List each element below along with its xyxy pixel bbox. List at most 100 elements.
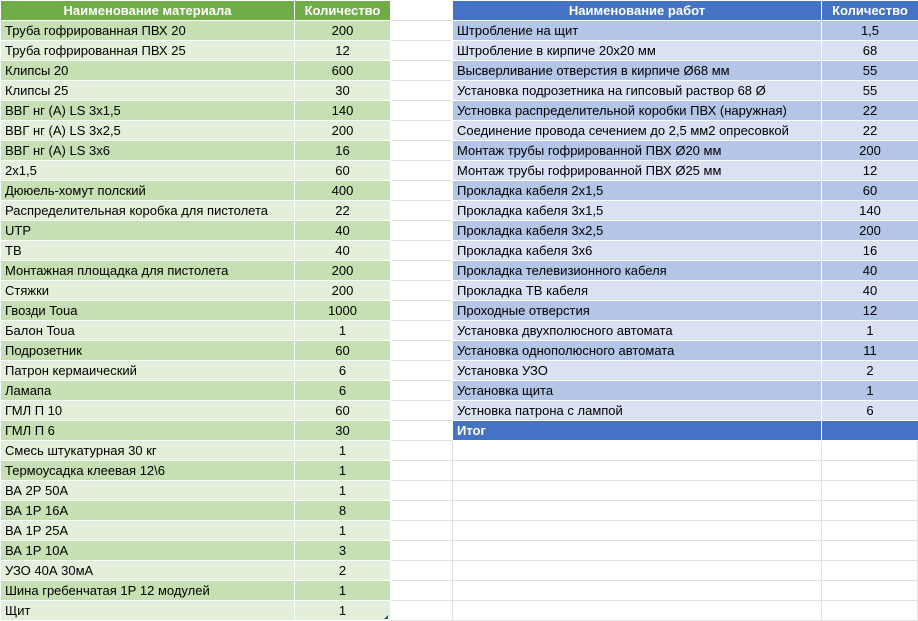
works-qty-cell[interactable]: 40 — [821, 280, 918, 301]
materials-name-cell[interactable]: Клипсы 20 — [0, 60, 295, 81]
works-qty-cell[interactable]: 1 — [821, 320, 918, 341]
materials-name-cell[interactable]: ВА 1Р 16А — [0, 500, 295, 521]
works-qty-cell[interactable]: 40 — [821, 260, 918, 281]
materials-name-cell[interactable]: ГМЛ П 10 — [0, 400, 295, 421]
works-name-cell[interactable]: Прокладка кабеля 3х2,5 — [452, 220, 822, 241]
materials-name-cell[interactable]: Клипсы 25 — [0, 80, 295, 101]
materials-name-cell[interactable]: Труба гофрированная ПВХ 25 — [0, 40, 295, 61]
works-name-cell[interactable]: Установка двухполюсного автомата — [452, 320, 822, 341]
materials-name-cell[interactable]: ВВГ нг (А) LS 3х2,5 — [0, 120, 295, 141]
works-name-cell[interactable]: Установка УЗО — [452, 360, 822, 381]
works-name-cell[interactable]: Монтаж трубы гофрированной ПВХ Ø20 мм — [452, 140, 822, 161]
works-qty-cell[interactable]: 55 — [821, 80, 918, 101]
materials-name-cell[interactable]: Распределительная коробка для пистолета — [0, 200, 295, 221]
materials-name-cell[interactable]: Шина гребенчатая 1Р 12 модулей — [0, 580, 295, 601]
materials-name-cell[interactable]: ТВ — [0, 240, 295, 261]
works-total-label[interactable]: Итог — [452, 420, 822, 441]
works-qty-cell[interactable]: 200 — [821, 220, 918, 241]
materials-name-cell[interactable]: Подрозетник — [0, 340, 295, 361]
materials-name-cell[interactable]: 2х1,5 — [0, 160, 295, 181]
works-qty-cell[interactable]: 1,5 — [821, 20, 918, 41]
materials-qty-cell[interactable]: 60 — [294, 400, 391, 421]
materials-qty-cell[interactable]: 600 — [294, 60, 391, 81]
works-name-cell[interactable]: Штробление на щит — [452, 20, 822, 41]
table-resize-handle[interactable] — [384, 615, 388, 619]
materials-qty-cell[interactable]: 200 — [294, 280, 391, 301]
materials-name-cell[interactable]: ГМЛ П 6 — [0, 420, 295, 441]
materials-name-cell[interactable]: ВА 1Р 25А — [0, 520, 295, 541]
materials-name-cell[interactable]: ВА 1Р 10А — [0, 540, 295, 561]
materials-qty-cell[interactable]: 16 — [294, 140, 391, 161]
works-qty-header[interactable]: Количество — [821, 0, 918, 21]
materials-qty-cell[interactable]: 1 — [294, 520, 391, 541]
materials-name-cell[interactable]: ВВГ нг (А) LS 3х1,5 — [0, 100, 295, 121]
works-qty-cell[interactable]: 55 — [821, 60, 918, 81]
materials-name-cell[interactable]: Труба гофрированная ПВХ 20 — [0, 20, 295, 41]
materials-qty-cell[interactable]: 6 — [294, 380, 391, 401]
materials-qty-cell[interactable]: 200 — [294, 120, 391, 141]
materials-qty-cell[interactable]: 1 — [294, 320, 391, 341]
materials-name-cell[interactable]: Патрон кермаический — [0, 360, 295, 381]
materials-qty-cell[interactable]: 140 — [294, 100, 391, 121]
works-name-header[interactable]: Наименование работ — [452, 0, 822, 21]
materials-qty-cell[interactable]: 30 — [294, 80, 391, 101]
materials-qty-header[interactable]: Количество — [294, 0, 391, 21]
materials-name-cell[interactable]: Гвозди Toua — [0, 300, 295, 321]
materials-name-cell[interactable]: Монтажная площадка для пистолета — [0, 260, 295, 281]
materials-qty-cell[interactable]: 30 — [294, 420, 391, 441]
works-qty-cell[interactable]: 68 — [821, 40, 918, 61]
materials-qty-cell[interactable]: 1 — [294, 440, 391, 461]
works-name-cell[interactable]: Прокладка телевизионного кабеля — [452, 260, 822, 281]
works-name-cell[interactable]: Установка щита — [452, 380, 822, 401]
materials-name-header[interactable]: Наименование материала — [0, 0, 295, 21]
works-name-cell[interactable]: Прокладка ТВ кабеля — [452, 280, 822, 301]
materials-qty-cell[interactable]: 60 — [294, 160, 391, 181]
works-name-cell[interactable]: Установка однополюсного автомата — [452, 340, 822, 361]
works-qty-cell[interactable]: 1 — [821, 380, 918, 401]
materials-qty-cell[interactable]: 2 — [294, 560, 391, 581]
works-qty-cell[interactable]: 140 — [821, 200, 918, 221]
materials-qty-cell[interactable]: 6 — [294, 360, 391, 381]
works-qty-cell[interactable]: 12 — [821, 300, 918, 321]
works-qty-cell[interactable]: 22 — [821, 100, 918, 121]
works-qty-cell[interactable]: 16 — [821, 240, 918, 261]
materials-qty-cell[interactable]: 200 — [294, 20, 391, 41]
materials-qty-cell[interactable]: 1 — [294, 480, 391, 501]
materials-qty-cell[interactable]: 1 — [294, 460, 391, 481]
materials-qty-cell[interactable]: 12 — [294, 40, 391, 61]
materials-name-cell[interactable]: Смесь штукатурная 30 кг — [0, 440, 295, 461]
works-qty-cell[interactable]: 11 — [821, 340, 918, 361]
materials-name-cell[interactable]: УЗО 40А 30мА — [0, 560, 295, 581]
materials-qty-cell[interactable]: 40 — [294, 240, 391, 261]
materials-name-cell[interactable]: ВА 2Р 50А — [0, 480, 295, 501]
materials-qty-cell[interactable]: 8 — [294, 500, 391, 521]
materials-qty-cell[interactable]: 1 — [294, 600, 391, 621]
materials-name-cell[interactable]: Балон Toua — [0, 320, 295, 341]
works-name-cell[interactable]: Устновка распределительной коробки ПВХ (… — [452, 100, 822, 121]
materials-qty-cell[interactable]: 3 — [294, 540, 391, 561]
materials-qty-cell[interactable]: 22 — [294, 200, 391, 221]
materials-name-cell[interactable]: Термоусадка клеевая 12\6 — [0, 460, 295, 481]
materials-name-cell[interactable]: Ламапа — [0, 380, 295, 401]
materials-name-cell[interactable]: Стяжки — [0, 280, 295, 301]
works-qty-cell[interactable]: 60 — [821, 180, 918, 201]
works-qty-cell[interactable]: 6 — [821, 400, 918, 421]
works-qty-cell[interactable]: 200 — [821, 140, 918, 161]
works-total-value[interactable] — [821, 420, 918, 441]
works-name-cell[interactable]: Монтаж трубы гофрированной ПВХ Ø25 мм — [452, 160, 822, 181]
works-qty-cell[interactable]: 22 — [821, 120, 918, 141]
materials-qty-cell[interactable]: 40 — [294, 220, 391, 241]
materials-qty-cell[interactable]: 60 — [294, 340, 391, 361]
works-name-cell[interactable]: Проходные отверстия — [452, 300, 822, 321]
works-name-cell[interactable]: Установка подрозетника на гипсовый раств… — [452, 80, 822, 101]
materials-name-cell[interactable]: Щит — [0, 600, 295, 621]
works-name-cell[interactable]: Прокладка кабеля 3х1,5 — [452, 200, 822, 221]
materials-qty-cell[interactable]: 400 — [294, 180, 391, 201]
works-name-cell[interactable]: Соединение провода сечением до 2,5 мм2 о… — [452, 120, 822, 141]
materials-qty-cell[interactable]: 200 — [294, 260, 391, 281]
works-qty-cell[interactable]: 2 — [821, 360, 918, 381]
materials-name-cell[interactable]: ВВГ нг (А) LS 3х6 — [0, 140, 295, 161]
materials-name-cell[interactable]: Дююель-хомут полский — [0, 180, 295, 201]
works-name-cell[interactable]: Штробление в кирпиче 20х20 мм — [452, 40, 822, 61]
materials-name-cell[interactable]: UTP — [0, 220, 295, 241]
